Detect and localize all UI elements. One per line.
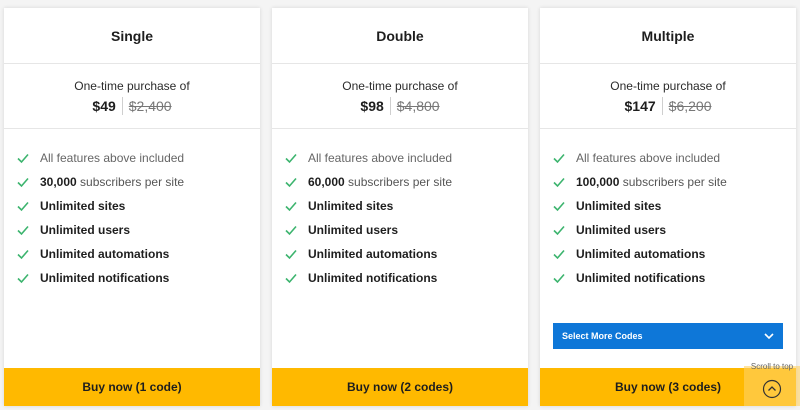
feature-text: Unlimited sites [576,199,662,213]
feature-item: Unlimited sites [552,194,796,218]
check-icon [553,201,565,212]
scroll-to-top-label: Scroll to top [750,362,794,371]
price-caption: One-time purchase of [342,79,458,93]
feature-item: All features above included [552,146,796,170]
feature-item: Unlimited users [284,218,528,242]
feature-item: Unlimited users [552,218,796,242]
feature-text: Unlimited sites [40,199,126,213]
feature-text: subscribers per site [76,175,185,189]
chevron-up-circle-icon [762,379,782,399]
select-more-codes-dropdown[interactable]: Select More Codes [553,323,783,349]
feature-text: subscribers per site [344,175,453,189]
feature-item: Unlimited notifications [284,266,528,290]
price-current: $98 [360,97,391,115]
feature-number: 30,000 [40,175,77,189]
feature-item: 30,000 subscribers per site [16,170,260,194]
check-icon [553,177,565,188]
plan-card-multiple: Multiple One-time purchase of $147 $6,20… [540,8,796,406]
chevron-down-icon [764,333,774,340]
feature-list: All features above included 30,000 subsc… [4,129,260,290]
feature-text: Unlimited automations [576,247,706,261]
scroll-to-top-button[interactable]: Scroll to top [744,362,800,406]
check-icon [17,153,29,164]
select-more-codes-label: Select More Codes [562,331,643,341]
check-icon [553,249,565,260]
feature-text: Unlimited notifications [308,271,438,285]
feature-item: Unlimited automations [16,242,260,266]
check-icon [285,249,297,260]
feature-text: Unlimited notifications [576,271,706,285]
feature-item: 100,000 subscribers per site [552,170,796,194]
feature-text: Unlimited users [576,223,667,237]
check-icon [553,273,565,284]
feature-item: Unlimited sites [16,194,260,218]
feature-item: Unlimited automations [552,242,796,266]
feature-text: All features above included [40,151,185,165]
price-block: One-time purchase of $98 $4,800 [272,64,528,129]
plan-card-double: Double One-time purchase of $98 $4,800 A… [272,8,528,406]
check-icon [17,177,29,188]
check-icon [285,177,297,188]
buy-now-button[interactable]: Buy now (2 codes) [272,368,528,406]
price-row: $147 $6,200 [540,97,796,115]
feature-item: Unlimited sites [284,194,528,218]
plan-card-single: Single One-time purchase of $49 $2,400 A… [4,8,260,406]
feature-item: All features above included [284,146,528,170]
price-row: $98 $4,800 [272,97,528,115]
check-icon [17,225,29,236]
check-icon [553,153,565,164]
feature-item: Unlimited notifications [16,266,260,290]
check-icon [285,153,297,164]
price-block: One-time purchase of $147 $6,200 [540,64,796,129]
price-row: $49 $2,400 [4,97,260,115]
plan-title: Double [272,8,528,64]
feature-number: 100,000 [576,175,620,189]
check-icon [285,225,297,236]
feature-text: Unlimited automations [40,247,170,261]
check-icon [17,201,29,212]
check-icon [285,201,297,212]
price-current: $49 [92,97,123,115]
check-icon [285,273,297,284]
feature-text: Unlimited notifications [40,271,170,285]
feature-text: Unlimited automations [308,247,438,261]
price-current: $147 [625,97,663,115]
price-original: $6,200 [668,98,712,114]
feature-text: Unlimited users [40,223,131,237]
feature-list: All features above included 60,000 subsc… [272,129,528,290]
price-original: $4,800 [396,98,440,114]
feature-item: 60,000 subscribers per site [284,170,528,194]
feature-number: 60,000 [308,175,345,189]
price-block: One-time purchase of $49 $2,400 [4,64,260,129]
plan-title: Multiple [540,8,796,64]
feature-item: All features above included [16,146,260,170]
feature-item: Unlimited notifications [552,266,796,290]
plan-title: Single [4,8,260,64]
feature-text: All features above included [576,151,721,165]
feature-text: subscribers per site [619,175,727,189]
check-icon [553,225,565,236]
price-caption: One-time purchase of [610,79,726,93]
feature-text: All features above included [308,151,453,165]
feature-text: Unlimited users [308,223,399,237]
pricing-page: Single One-time purchase of $49 $2,400 A… [0,0,800,410]
feature-item: Unlimited users [16,218,260,242]
check-icon [17,273,29,284]
buy-now-button[interactable]: Buy now (1 code) [4,368,260,406]
price-caption: One-time purchase of [74,79,190,93]
feature-item: Unlimited automations [284,242,528,266]
feature-text: Unlimited sites [308,199,394,213]
check-icon [17,249,29,260]
price-original: $2,400 [128,98,172,114]
feature-list: All features above included 100,000 subs… [540,129,796,290]
